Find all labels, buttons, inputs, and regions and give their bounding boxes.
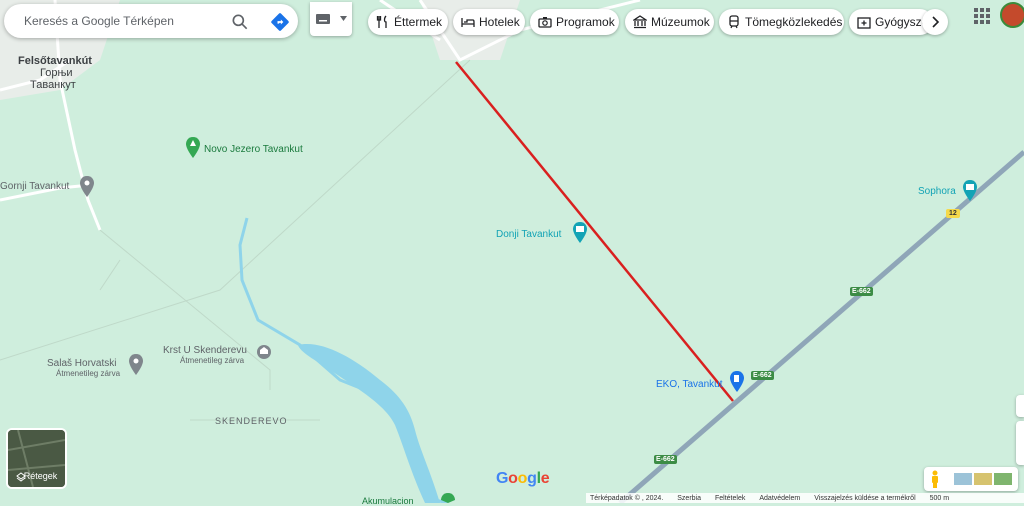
search-icon[interactable] <box>230 12 250 32</box>
keyboard-icon <box>316 14 330 24</box>
poi-label-gornji[interactable]: Gornji Tavankut <box>0 181 69 192</box>
poi-label-eko[interactable]: EKO, Tavankut <box>656 379 723 390</box>
search-input[interactable]: Keresés a Google Térképen <box>24 14 174 28</box>
train-icon <box>729 15 739 29</box>
feedback-link[interactable]: Visszajelzés küldése a termékről <box>814 495 915 502</box>
map-footer: Térképadatok © , 2024. Szerbia Feltétele… <box>586 493 1024 503</box>
area-label-skenderevo: SKENDEREVO <box>215 416 288 426</box>
chip-pharmacies[interactable]: Gyógysze <box>849 9 933 35</box>
google-logo: Google <box>496 470 550 487</box>
road-shield-e662: E-662 <box>654 455 677 464</box>
poi-label-novo-jezero[interactable]: Novo Jezero Tavankut <box>204 144 303 155</box>
town-label-cyrillic: Горњи <box>40 67 73 79</box>
apps-grid-icon[interactable] <box>972 6 992 26</box>
map-data-attribution[interactable]: Térképadatok © , 2024. <box>590 495 663 502</box>
chip-transit[interactable]: Tömegközlekedés <box>719 9 844 35</box>
layers-button[interactable]: Rétegek <box>6 428 67 489</box>
terms-link[interactable]: Feltételek <box>715 495 745 502</box>
pegman-icon <box>932 470 938 488</box>
poi-label-krst[interactable]: Krst U Skenderevu <box>163 345 247 356</box>
imagery-thumbnails-icon <box>954 473 1012 485</box>
town-label: Felsőtavankút <box>18 55 92 67</box>
town-label-cyrillic: Таванкут <box>30 79 76 91</box>
chip-label: Múzeumok <box>651 15 710 29</box>
chip-restaurants[interactable]: Éttermek <box>368 9 448 35</box>
road-shield-12: 12 <box>946 209 960 218</box>
museum-icon <box>633 15 647 29</box>
chevron-right-icon <box>932 16 940 28</box>
avatar[interactable] <box>1000 2 1024 28</box>
bed-icon <box>461 18 475 27</box>
map-canvas[interactable] <box>0 0 1024 503</box>
poi-label-bottom[interactable]: Akumulacion <box>362 496 414 506</box>
poi-label-sophora[interactable]: Sophora <box>918 186 956 197</box>
zoom-controls[interactable] <box>1016 421 1024 465</box>
fork-knife-icon <box>376 15 387 28</box>
camera-icon <box>538 17 552 28</box>
directions-icon[interactable] <box>270 12 290 32</box>
compass-button[interactable] <box>1016 395 1024 417</box>
chip-label: Programok <box>556 15 615 29</box>
chip-label: Éttermek <box>394 15 443 29</box>
poi-label-donji[interactable]: Donji Tavankut <box>496 229 561 240</box>
museum-pin-icon[interactable] <box>257 345 271 359</box>
chips-scroll-right-button[interactable] <box>922 9 948 35</box>
keyboard-toggle[interactable] <box>310 2 352 36</box>
poi-status-krst: Átmenetileg zárva <box>180 356 245 365</box>
poi-label-salas[interactable]: Salaš Horvatski <box>47 358 116 369</box>
poi-status-salas: Átmenetileg zárva <box>56 369 121 378</box>
road-shield-e662: E-662 <box>751 371 774 380</box>
chevron-down-icon <box>340 16 347 21</box>
layers-label: Rétegek <box>23 471 58 481</box>
privacy-link[interactable]: Adatvédelem <box>759 495 800 502</box>
chip-label: Hotelek <box>479 15 520 29</box>
chip-museums[interactable]: Múzeumok <box>625 9 714 35</box>
country-label: Szerbia <box>677 494 701 502</box>
chip-label: Gyógysze <box>875 15 929 29</box>
search-box[interactable]: Keresés a Google Térképen <box>4 4 298 38</box>
chip-hotels[interactable]: Hotelek <box>453 9 525 35</box>
pharmacy-icon <box>857 17 871 29</box>
scale-label[interactable]: 500 m <box>930 495 949 502</box>
chip-label: Tömegközlekedés <box>745 15 843 29</box>
street-view-imagery-bar[interactable] <box>924 467 1018 491</box>
chip-things-to-do[interactable]: Programok <box>530 9 619 35</box>
road-shield-e662: E-662 <box>850 287 873 296</box>
